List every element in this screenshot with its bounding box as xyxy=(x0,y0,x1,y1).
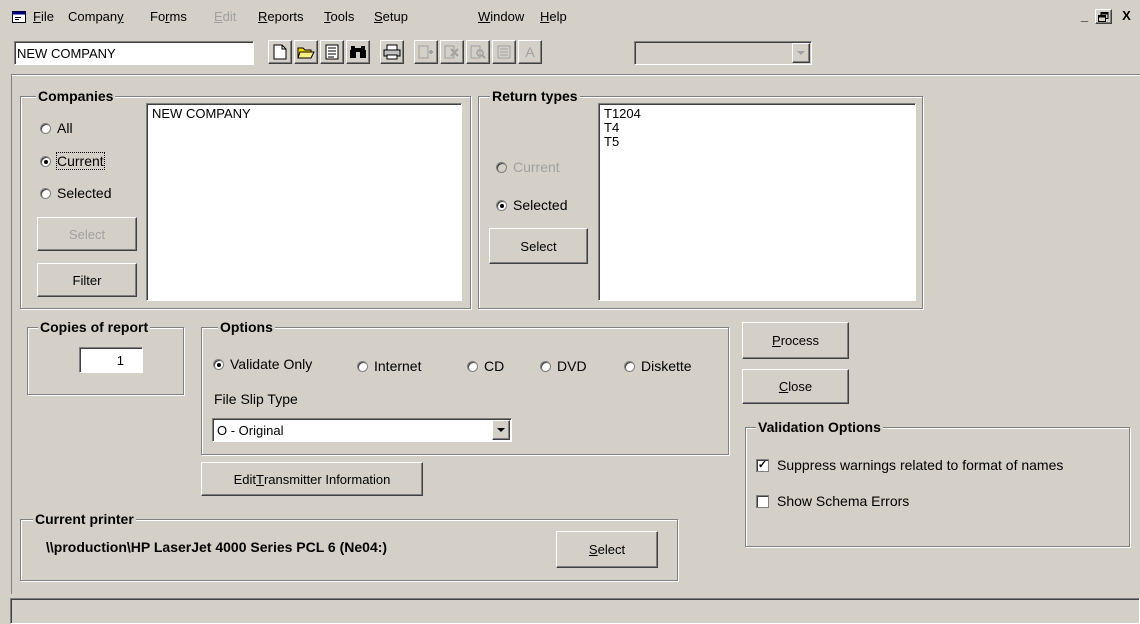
companies-label: Companies xyxy=(36,88,116,104)
options-label: Options xyxy=(218,319,275,335)
option-cd-radio[interactable]: CD xyxy=(467,358,504,374)
copies-label: Copies of report xyxy=(38,319,151,335)
combo-dropdown-icon[interactable] xyxy=(792,43,810,63)
companies-selected-radio[interactable]: Selected xyxy=(40,185,111,201)
radio-icon xyxy=(540,360,551,372)
printer-icon[interactable] xyxy=(380,40,404,64)
checkbox-checked-icon: ✓ xyxy=(756,458,769,472)
delete-form-icon[interactable] xyxy=(440,40,464,64)
companies-list[interactable]: NEW COMPANY xyxy=(146,103,462,301)
return-types-selected-radio[interactable]: Selected xyxy=(496,197,567,213)
add-form-icon[interactable] xyxy=(414,40,438,64)
menu-tools[interactable]: Tools xyxy=(324,9,354,24)
current-printer-label: Current printer xyxy=(33,511,136,527)
option-internet-radio[interactable]: Internet xyxy=(357,358,421,374)
validation-options-group xyxy=(745,427,1130,547)
file-slip-type-label: File Slip Type xyxy=(214,391,298,407)
menu-file[interactable]: File xyxy=(33,9,54,24)
close-window-icon[interactable]: X xyxy=(1118,9,1135,24)
companies-all-radio[interactable]: All xyxy=(40,120,73,136)
copies-input[interactable]: 1 xyxy=(79,347,143,373)
chevron-down-icon[interactable] xyxy=(492,420,510,440)
return-types-select-button[interactable]: Select xyxy=(489,228,588,264)
menu-forms[interactable]: Forms xyxy=(150,9,187,24)
menu-company[interactable]: Company xyxy=(68,9,124,24)
radio-icon xyxy=(40,122,51,134)
list-item[interactable]: T4 xyxy=(599,121,915,135)
app-icon[interactable] xyxy=(12,11,26,23)
menu-window[interactable]: Window xyxy=(478,9,524,24)
document-icon[interactable] xyxy=(320,40,344,64)
suppress-warnings-checkbox[interactable]: ✓ Suppress warnings related to format of … xyxy=(756,457,1063,473)
list-item[interactable]: T1204 xyxy=(599,107,915,121)
radio-icon xyxy=(496,161,507,173)
radio-selected-icon xyxy=(40,155,51,167)
validation-options-label: Validation Options xyxy=(756,419,883,435)
printer-name: \\production\HP LaserJet 4000 Series PCL… xyxy=(46,539,388,555)
restore-icon[interactable] xyxy=(1095,9,1112,24)
toolbar-combo[interactable] xyxy=(634,41,812,65)
status-bar xyxy=(10,598,1140,624)
list-item[interactable]: NEW COMPANY xyxy=(147,107,461,121)
list-item[interactable]: T5 xyxy=(599,135,915,149)
open-folder-icon[interactable] xyxy=(294,40,318,64)
companies-select-button[interactable]: Select xyxy=(37,217,137,251)
companies-current-radio[interactable]: Current xyxy=(40,152,105,170)
companies-filter-button[interactable]: Filter xyxy=(37,263,137,297)
radio-icon xyxy=(357,360,368,372)
company-name-field[interactable]: NEW COMPANY xyxy=(14,41,254,65)
new-document-icon[interactable] xyxy=(268,40,292,64)
option-validate-radio[interactable]: Validate Only xyxy=(213,356,312,372)
panel-divider-highlight xyxy=(11,75,1140,76)
font-icon[interactable]: A xyxy=(518,40,542,64)
menu-help[interactable]: Help xyxy=(540,9,567,24)
edit-transmitter-button[interactable]: Edit Transmitter Information xyxy=(201,462,423,496)
radio-selected-icon xyxy=(496,199,507,211)
radio-selected-icon xyxy=(213,358,224,370)
return-types-label: Return types xyxy=(490,88,580,104)
printer-select-button[interactable]: Select xyxy=(556,531,658,568)
radio-icon xyxy=(40,187,51,199)
return-types-current-radio[interactable]: Current xyxy=(496,159,560,175)
radio-icon xyxy=(467,360,478,372)
file-slip-type-select[interactable]: O - Original xyxy=(212,418,512,442)
panel-left-edge xyxy=(11,74,12,594)
option-diskette-radio[interactable]: Diskette xyxy=(624,358,692,374)
option-dvd-radio[interactable]: DVD xyxy=(540,358,587,374)
process-button[interactable]: Process xyxy=(742,322,849,359)
preview-icon[interactable] xyxy=(466,40,490,64)
binoculars-icon[interactable] xyxy=(346,40,370,64)
minimize-icon[interactable]: _ xyxy=(1076,9,1093,24)
show-schema-errors-checkbox[interactable]: Show Schema Errors xyxy=(756,493,909,509)
radio-icon xyxy=(624,360,635,372)
menu-setup[interactable]: Setup xyxy=(374,9,408,24)
menu-bar: File Company Forms Edit Reports Tools Se… xyxy=(0,0,1140,34)
checkbox-icon xyxy=(756,494,769,508)
menu-edit[interactable]: Edit xyxy=(214,9,236,24)
menu-reports[interactable]: Reports xyxy=(258,9,304,24)
form-list-icon[interactable] xyxy=(492,40,516,64)
return-types-list[interactable]: T1204 T4 T5 xyxy=(598,103,916,301)
close-button[interactable]: Close xyxy=(742,369,849,404)
